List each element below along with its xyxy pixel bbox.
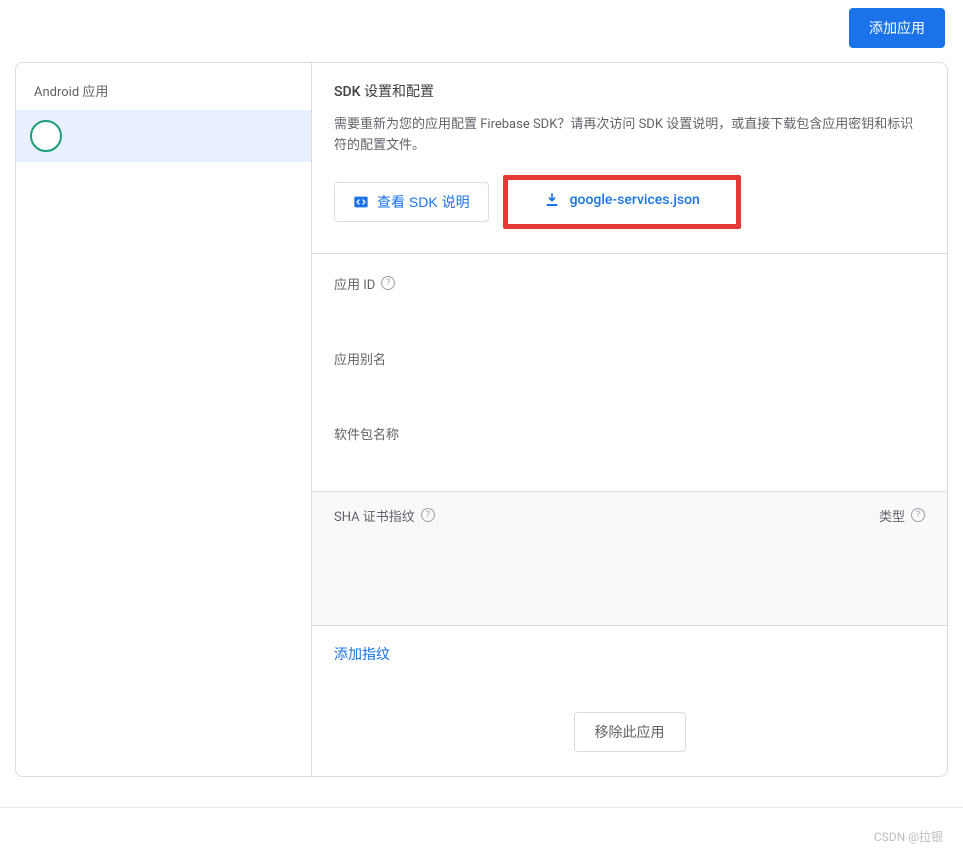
app-id-label: 应用 ID: [334, 274, 375, 293]
add-app-button[interactable]: 添加应用: [849, 8, 945, 48]
sdk-title: SDK 设置和配置: [334, 81, 925, 101]
app-id-value: [334, 299, 925, 319]
sidebar: Android 应用: [16, 63, 312, 776]
sidebar-heading: Android 应用: [16, 77, 311, 110]
download-icon: [544, 192, 560, 208]
help-icon[interactable]: ?: [381, 276, 395, 290]
sdk-description: 需要重新为您的应用配置 Firebase SDK？请再次访问 SDK 设置说明，…: [334, 115, 925, 157]
package-name-value: [334, 449, 925, 469]
help-icon[interactable]: ?: [911, 508, 925, 522]
footer-credit: CSDN @拉银: [0, 807, 963, 851]
sdk-section: SDK 设置和配置 需要重新为您的应用配置 Firebase SDK？请再次访问…: [312, 63, 947, 254]
sha-section: SHA 证书指纹 ? 类型 ?: [312, 491, 947, 626]
remove-app-button[interactable]: 移除此应用: [574, 712, 686, 752]
app-alias-value: [334, 374, 925, 394]
download-highlight: google-services.json: [503, 175, 741, 229]
download-json-label: google-services.json: [570, 192, 700, 208]
app-id-field: 应用 ID ?: [312, 254, 947, 329]
app-avatar: [30, 120, 62, 152]
sha-fingerprint-list: [334, 525, 925, 611]
app-settings-card: Android 应用 SDK 设置和配置 需要重新为您的应用配置 Firebas…: [15, 62, 948, 777]
sha-header-label: SHA 证书指纹: [334, 506, 415, 525]
view-sdk-label: 查看 SDK 说明: [377, 192, 470, 212]
content-area: SDK 设置和配置 需要重新为您的应用配置 Firebase SDK？请再次访问…: [312, 63, 947, 776]
app-alias-field: 应用别名: [312, 329, 947, 404]
download-json-button[interactable]: google-services.json: [544, 192, 700, 208]
package-name-label: 软件包名称: [334, 424, 399, 443]
add-fingerprint-button[interactable]: 添加指纹: [334, 647, 390, 663]
sha-type-label: 类型: [879, 506, 905, 525]
help-icon[interactable]: ?: [421, 508, 435, 522]
app-alias-label: 应用别名: [334, 349, 386, 368]
sidebar-item-app[interactable]: [16, 110, 311, 162]
code-icon: [353, 194, 369, 210]
package-name-field: 软件包名称: [312, 404, 947, 479]
view-sdk-button[interactable]: 查看 SDK 说明: [334, 182, 489, 222]
